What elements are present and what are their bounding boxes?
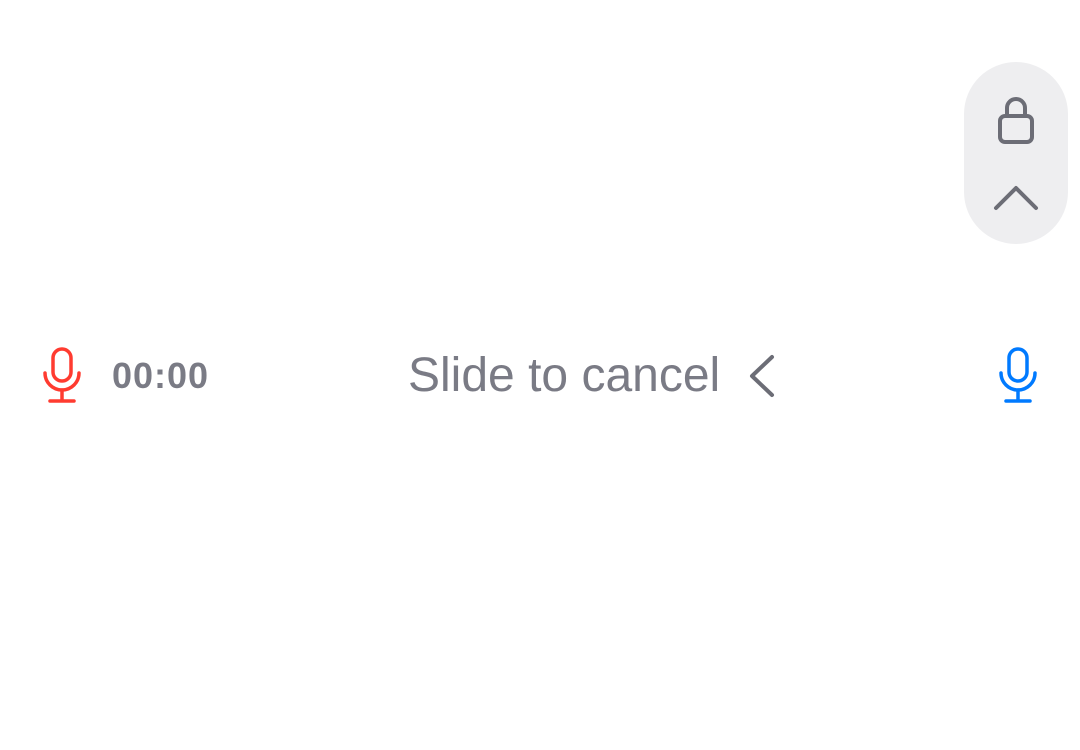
recording-microphone-icon <box>43 347 81 403</box>
chevron-left-icon <box>750 355 775 397</box>
recording-bar: 00:00 Slide to cancel <box>0 340 1080 412</box>
microphone-button-icon[interactable] <box>996 346 1040 404</box>
lock-icon <box>998 97 1034 144</box>
recording-timer: 00:00 <box>112 355 210 396</box>
voice-recording-screen: 00:00 Slide to cancel <box>0 0 1080 750</box>
lock-recording-control[interactable] <box>964 62 1068 244</box>
slide-to-cancel-hint: Slide to cancel <box>408 348 776 404</box>
chevron-up-icon <box>994 186 1038 210</box>
slide-to-cancel-label: Slide to cancel <box>408 349 721 402</box>
